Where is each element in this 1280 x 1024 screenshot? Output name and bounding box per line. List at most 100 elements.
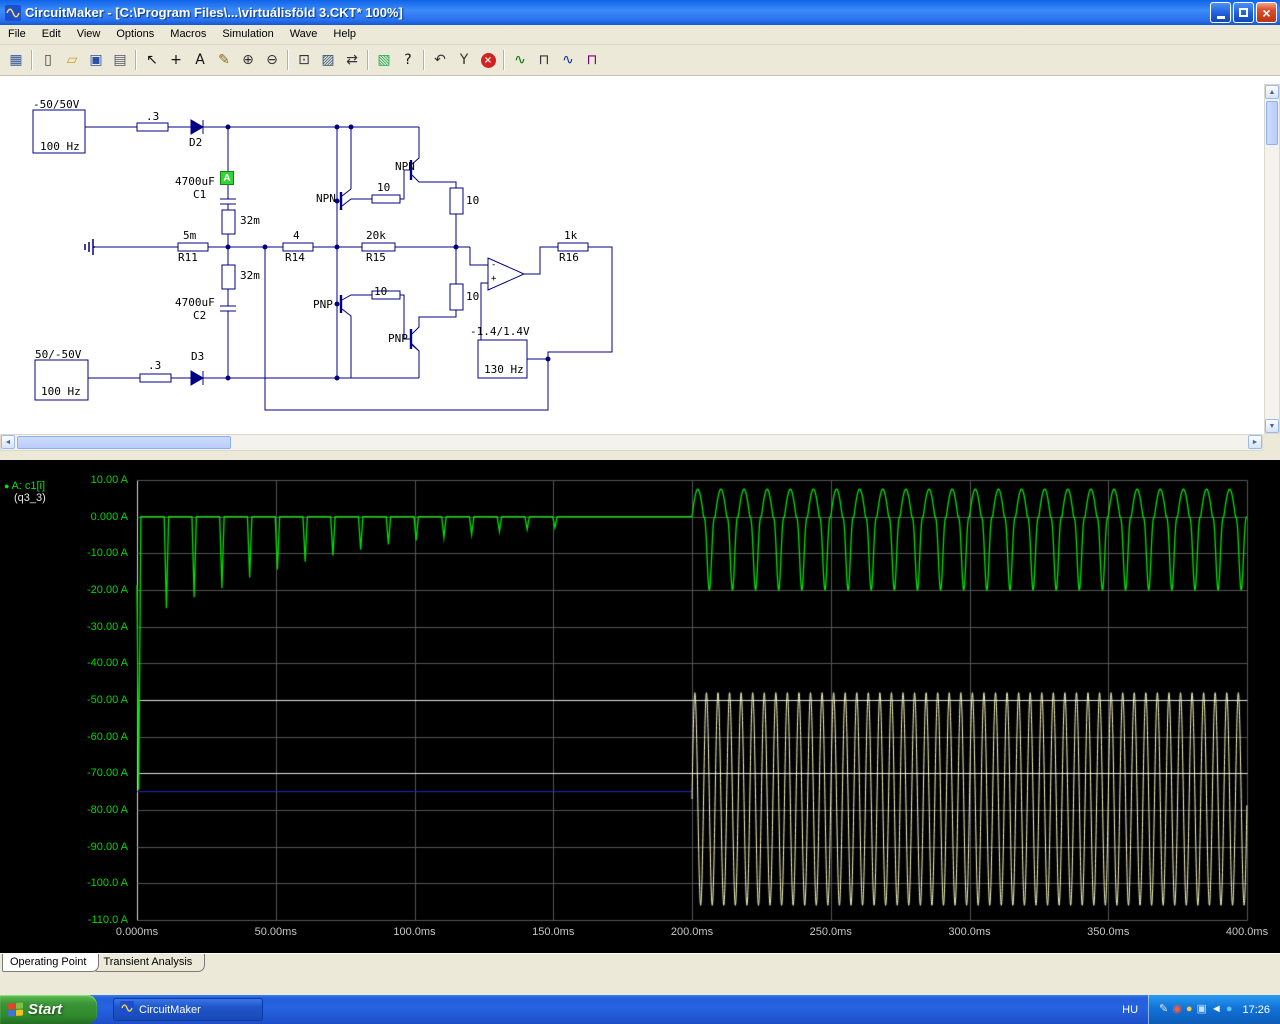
start-label: Start xyxy=(28,1001,63,1018)
title-bar[interactable]: CircuitMaker - [C:\Program Files\...\vir… xyxy=(0,0,1280,25)
toolbar-separator xyxy=(503,50,505,70)
netlist-button[interactable]: ▦ xyxy=(4,49,28,72)
zoom-out-icon: ⊖ xyxy=(266,52,278,68)
taskbar: Start CircuitMaker HU ✎ ◉ ● ▣ ◄ ● 17:26 xyxy=(0,995,1280,1024)
close-button[interactable]: × xyxy=(1256,2,1277,23)
waveform-canvas[interactable] xyxy=(0,460,1280,953)
minimize-icon xyxy=(1216,16,1225,19)
schematic-label: 10 xyxy=(466,290,480,303)
menu-file[interactable]: File xyxy=(0,25,34,44)
save-button[interactable]: ▣ xyxy=(84,49,108,72)
menu-wave[interactable]: Wave xyxy=(282,25,326,44)
tray-tool-icon[interactable]: ✎ xyxy=(1159,1004,1168,1015)
window-title: CircuitMaker - [C:\Program Files\...\vir… xyxy=(25,5,403,20)
menu-edit[interactable]: Edit xyxy=(34,25,69,44)
bode-plot-button[interactable]: ∿ xyxy=(556,49,580,72)
menu-macros[interactable]: Macros xyxy=(162,25,214,44)
trace-a-label: A: c1[i] xyxy=(11,480,46,492)
scroll-up-button[interactable]: ▲ xyxy=(1265,85,1279,99)
taskbar-clock: 17:26 xyxy=(1242,1003,1270,1016)
y-axis-tick: -20.00 A xyxy=(87,584,128,596)
scroll-left-button[interactable]: ◄ xyxy=(1,435,15,449)
scroll-right-button[interactable]: ► xyxy=(1248,435,1262,449)
y-axis-tick: -50.00 A xyxy=(87,694,128,706)
place-part-icon: + xyxy=(170,52,182,68)
probe-a-marker[interactable]: A xyxy=(220,171,234,185)
tray-update-icon[interactable]: ● xyxy=(1186,1004,1193,1015)
open-file-button[interactable]: ▱ xyxy=(60,49,84,72)
text-tool-button[interactable]: A xyxy=(188,49,212,72)
scrollbar-corner xyxy=(1263,434,1280,451)
zoom-in-button[interactable]: ⊕ xyxy=(236,49,260,72)
menu-simulation[interactable]: Simulation xyxy=(214,25,281,44)
help-button[interactable]: ? xyxy=(396,49,420,72)
schematic-horizontal-scrollbar[interactable]: ◄ ► xyxy=(0,434,1263,451)
transient-scope-icon: ∿ xyxy=(514,52,526,68)
fit-view-button[interactable]: ⊡ xyxy=(292,49,316,72)
tab-transient-analysis[interactable]: Transient Analysis xyxy=(95,954,206,972)
rotate-button[interactable]: ↶ xyxy=(428,49,452,72)
schematic-label: 32m xyxy=(240,269,260,282)
schematic-label: D3 xyxy=(191,350,205,363)
y-axis-tick: -10.00 A xyxy=(87,547,128,560)
vertical-scroll-thumb[interactable] xyxy=(1266,101,1278,145)
schematic-label: 1k xyxy=(564,229,578,242)
menu-options[interactable]: Options xyxy=(108,25,162,44)
cursor-tool-icon: ↖ xyxy=(146,52,158,68)
probe-tool-icon: Y xyxy=(459,52,469,68)
app-icon xyxy=(5,4,21,21)
menu-help[interactable]: Help xyxy=(325,25,364,44)
digital-analog-mode-icon: ▧ xyxy=(377,52,391,68)
tab-operating-point[interactable]: Operating Point xyxy=(2,954,100,972)
schematic-vertical-scrollbar[interactable]: ▲ ▼ xyxy=(1264,84,1280,434)
tray-antivirus-icon[interactable]: ◉ xyxy=(1172,1004,1182,1015)
circuitmaker-app-icon xyxy=(120,1001,134,1018)
new-file-icon: ▯ xyxy=(44,52,52,68)
mixed-scope-button[interactable]: ⊓ xyxy=(580,49,604,72)
horizontal-scroll-thumb[interactable] xyxy=(17,436,231,449)
restore-button[interactable] xyxy=(1233,2,1254,23)
schematic-label: NPN xyxy=(316,192,336,205)
schematic-label: .3 xyxy=(146,110,160,123)
taskbar-app-circuitmaker[interactable]: CircuitMaker xyxy=(113,998,263,1021)
tray-volume-icon[interactable]: ◄ xyxy=(1211,1004,1222,1015)
digital-scope-button[interactable]: ⊓ xyxy=(532,49,556,72)
schematic-label: R15 xyxy=(366,251,386,264)
tile-windows-button[interactable]: ⇄ xyxy=(340,49,364,72)
toolbar-separator xyxy=(287,50,289,70)
new-file-button[interactable]: ▯ xyxy=(36,49,60,72)
netlist-icon: ▦ xyxy=(9,52,23,68)
tile-windows-icon: ⇄ xyxy=(346,52,358,68)
restore-icon xyxy=(1239,8,1248,17)
stop-simulation-button[interactable]: × xyxy=(476,49,500,72)
minimize-button[interactable] xyxy=(1210,2,1231,23)
x-axis-tick: 300.0ms xyxy=(948,926,991,938)
scroll-down-button[interactable]: ▼ xyxy=(1265,419,1279,433)
schematic-label: PNP xyxy=(388,332,408,345)
cursor-tool-button[interactable]: ↖ xyxy=(140,49,164,72)
schematic-label: 10 xyxy=(466,194,480,207)
refresh-screen-button[interactable]: ▨ xyxy=(316,49,340,72)
schematic-label: 5m xyxy=(183,229,197,242)
menu-view[interactable]: View xyxy=(69,25,109,44)
probe-tool-button[interactable]: Y xyxy=(452,49,476,72)
schematic-label: PNP xyxy=(313,298,333,311)
print-button[interactable]: ▤ xyxy=(108,49,132,72)
start-button[interactable]: Start xyxy=(0,995,97,1024)
language-indicator[interactable]: HU xyxy=(1112,1004,1148,1016)
waveform-panel[interactable]: ● A: c1[i] (q3_3) 10.00 A 0.000 A -10.00 A -… xyxy=(0,460,1280,953)
digital-analog-mode-button[interactable]: ▧ xyxy=(372,49,396,72)
digital-scope-icon: ⊓ xyxy=(538,52,550,68)
schematic-label: 50/-50V xyxy=(35,348,82,361)
save-icon: ▣ xyxy=(89,52,103,68)
schematic-label: NPN xyxy=(395,160,415,173)
place-part-button[interactable]: + xyxy=(164,49,188,72)
toolbar-separator xyxy=(135,50,137,70)
tray-network-icon[interactable]: ▣ xyxy=(1197,1004,1207,1015)
zoom-out-button[interactable]: ⊖ xyxy=(260,49,284,72)
x-axis-tick: 0.000ms xyxy=(115,926,159,938)
tray-messenger-icon[interactable]: ● xyxy=(1226,1004,1233,1015)
trace-a-node-label: (q3_3) xyxy=(14,492,46,504)
wire-edit-tool-button[interactable]: ✎ xyxy=(212,49,236,72)
transient-scope-button[interactable]: ∿ xyxy=(508,49,532,72)
